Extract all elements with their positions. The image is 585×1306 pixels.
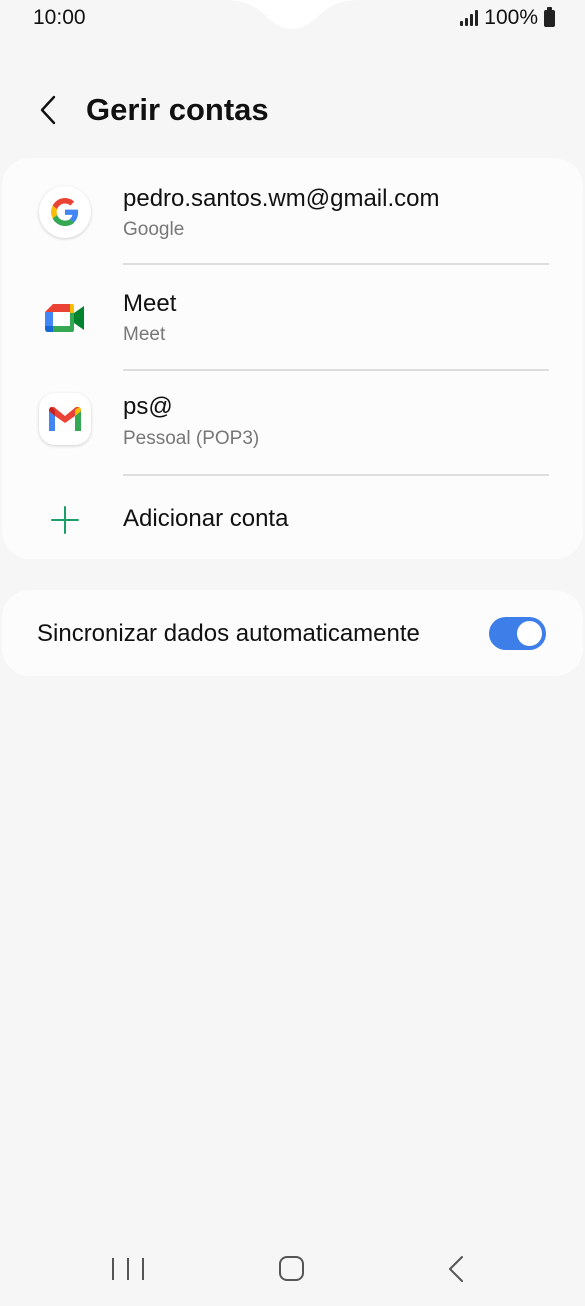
account-type: Google — [123, 219, 185, 240]
status-time: 10:00 — [33, 6, 86, 29]
account-row-google[interactable]: pedro.santos.wm@gmail.com Google — [2, 158, 583, 263]
account-row-meet[interactable]: Meet Meet — [2, 264, 583, 369]
recents-icon[interactable] — [112, 1258, 144, 1282]
battery-percent: 100% — [484, 6, 538, 29]
back-button[interactable] — [28, 88, 68, 132]
toggle-knob — [515, 619, 544, 648]
account-name: pedro.santos.wm@gmail.com — [123, 185, 440, 212]
screen: 10:00 100% Gerir contas pedro.santos.wm@… — [0, 0, 585, 1306]
account-name: Meet — [123, 290, 177, 317]
account-row-pop3[interactable]: ps@ Pessoal (POP3) — [2, 370, 583, 475]
accounts-card: pedro.santos.wm@gmail.com Google Meet Me… — [2, 158, 583, 559]
gmail-icon — [39, 393, 91, 445]
page-title: Gerir contas — [86, 92, 269, 127]
back-icon[interactable] — [444, 1254, 468, 1284]
add-account-button[interactable]: Adicionar conta — [2, 476, 583, 559]
google-icon — [39, 186, 91, 238]
navigation-bar — [0, 1240, 585, 1300]
battery-icon — [544, 6, 555, 27]
sync-label: Sincronizar dados automaticamente — [37, 620, 420, 647]
chevron-left-icon — [40, 95, 56, 125]
account-type: Meet — [123, 324, 166, 345]
account-type: Pessoal (POP3) — [123, 428, 260, 449]
sync-toggle[interactable] — [489, 617, 546, 650]
signal-icon — [460, 10, 479, 26]
meet-icon — [39, 292, 91, 344]
account-name: ps@ — [123, 393, 173, 420]
sync-setting-row[interactable]: Sincronizar dados automaticamente — [2, 590, 583, 676]
app-header: Gerir contas — [0, 80, 585, 140]
plus-icon — [51, 506, 79, 534]
add-account-label: Adicionar conta — [123, 505, 289, 532]
home-icon[interactable] — [279, 1256, 304, 1281]
status-right: 100% — [460, 6, 555, 30]
